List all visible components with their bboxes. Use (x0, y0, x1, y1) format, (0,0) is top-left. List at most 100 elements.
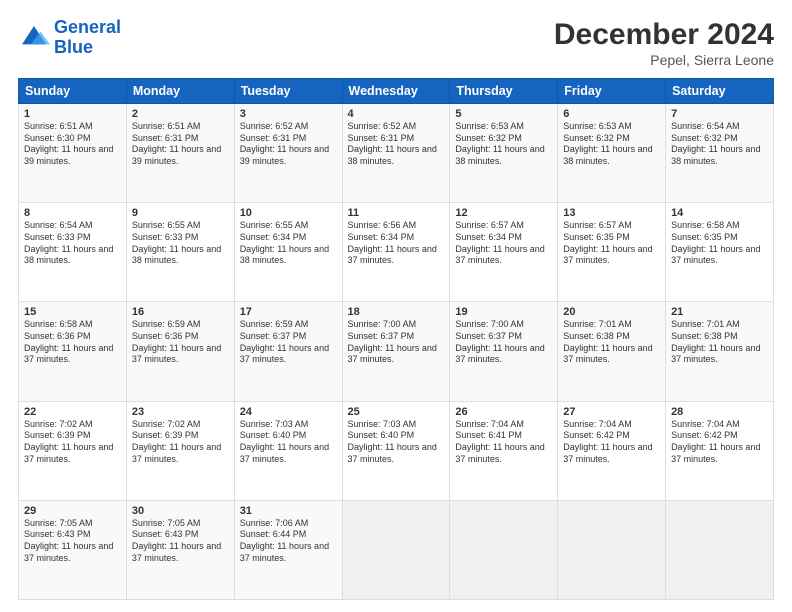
calendar-week-row: 1 Sunrise: 6:51 AMSunset: 6:30 PMDayligh… (19, 104, 774, 203)
logo-icon (18, 22, 50, 54)
calendar-day-cell: 20 Sunrise: 7:01 AMSunset: 6:38 PMDaylig… (558, 302, 666, 401)
day-info: Sunrise: 6:52 AMSunset: 6:31 PMDaylight:… (348, 121, 437, 166)
calendar-day-cell: 7 Sunrise: 6:54 AMSunset: 6:32 PMDayligh… (666, 104, 774, 203)
day-info: Sunrise: 6:53 AMSunset: 6:32 PMDaylight:… (563, 121, 652, 166)
day-number: 8 (24, 207, 121, 219)
day-info: Sunrise: 6:56 AMSunset: 6:34 PMDaylight:… (348, 220, 437, 265)
calendar-day-cell: 12 Sunrise: 6:57 AMSunset: 6:34 PMDaylig… (450, 203, 558, 302)
calendar-day-cell: 13 Sunrise: 6:57 AMSunset: 6:35 PMDaylig… (558, 203, 666, 302)
calendar-day-cell: 27 Sunrise: 7:04 AMSunset: 6:42 PMDaylig… (558, 401, 666, 500)
day-info: Sunrise: 6:51 AMSunset: 6:31 PMDaylight:… (132, 121, 221, 166)
day-info: Sunrise: 7:06 AMSunset: 6:44 PMDaylight:… (240, 518, 329, 563)
day-info: Sunrise: 6:53 AMSunset: 6:32 PMDaylight:… (455, 121, 544, 166)
header: General Blue December 2024 Pepel, Sierra… (18, 18, 774, 68)
calendar-day-cell: 4 Sunrise: 6:52 AMSunset: 6:31 PMDayligh… (342, 104, 450, 203)
calendar-day-cell (666, 500, 774, 599)
day-info: Sunrise: 7:00 AMSunset: 6:37 PMDaylight:… (348, 319, 437, 364)
day-info: Sunrise: 7:01 AMSunset: 6:38 PMDaylight:… (563, 319, 652, 364)
calendar-week-row: 22 Sunrise: 7:02 AMSunset: 6:39 PMDaylig… (19, 401, 774, 500)
day-number: 21 (671, 306, 768, 318)
day-info: Sunrise: 6:52 AMSunset: 6:31 PMDaylight:… (240, 121, 329, 166)
calendar-day-cell: 8 Sunrise: 6:54 AMSunset: 6:33 PMDayligh… (19, 203, 127, 302)
day-info: Sunrise: 6:57 AMSunset: 6:34 PMDaylight:… (455, 220, 544, 265)
day-info: Sunrise: 6:51 AMSunset: 6:30 PMDaylight:… (24, 121, 113, 166)
day-number: 12 (455, 207, 552, 219)
day-info: Sunrise: 7:01 AMSunset: 6:38 PMDaylight:… (671, 319, 760, 364)
day-number: 10 (240, 207, 337, 219)
day-number: 7 (671, 108, 768, 120)
day-info: Sunrise: 6:58 AMSunset: 6:35 PMDaylight:… (671, 220, 760, 265)
day-info: Sunrise: 7:03 AMSunset: 6:40 PMDaylight:… (240, 419, 329, 464)
day-number: 17 (240, 306, 337, 318)
day-info: Sunrise: 6:55 AMSunset: 6:33 PMDaylight:… (132, 220, 221, 265)
subtitle: Pepel, Sierra Leone (554, 52, 774, 68)
calendar-day-cell: 10 Sunrise: 6:55 AMSunset: 6:34 PMDaylig… (234, 203, 342, 302)
day-info: Sunrise: 6:59 AMSunset: 6:36 PMDaylight:… (132, 319, 221, 364)
calendar-week-row: 29 Sunrise: 7:05 AMSunset: 6:43 PMDaylig… (19, 500, 774, 599)
calendar-day-header: Monday (126, 79, 234, 104)
day-number: 29 (24, 505, 121, 517)
day-number: 3 (240, 108, 337, 120)
calendar-day-cell: 26 Sunrise: 7:04 AMSunset: 6:41 PMDaylig… (450, 401, 558, 500)
day-number: 14 (671, 207, 768, 219)
calendar-day-cell: 23 Sunrise: 7:02 AMSunset: 6:39 PMDaylig… (126, 401, 234, 500)
day-number: 15 (24, 306, 121, 318)
logo: General Blue (18, 18, 121, 58)
calendar-day-cell: 17 Sunrise: 6:59 AMSunset: 6:37 PMDaylig… (234, 302, 342, 401)
day-info: Sunrise: 6:55 AMSunset: 6:34 PMDaylight:… (240, 220, 329, 265)
day-number: 28 (671, 406, 768, 418)
calendar-day-cell: 6 Sunrise: 6:53 AMSunset: 6:32 PMDayligh… (558, 104, 666, 203)
day-number: 2 (132, 108, 229, 120)
title-block: December 2024 Pepel, Sierra Leone (554, 18, 774, 68)
day-info: Sunrise: 7:02 AMSunset: 6:39 PMDaylight:… (132, 419, 221, 464)
calendar-day-cell (450, 500, 558, 599)
day-number: 27 (563, 406, 660, 418)
day-info: Sunrise: 7:05 AMSunset: 6:43 PMDaylight:… (132, 518, 221, 563)
day-number: 23 (132, 406, 229, 418)
day-info: Sunrise: 7:04 AMSunset: 6:42 PMDaylight:… (563, 419, 652, 464)
day-number: 19 (455, 306, 552, 318)
calendar-day-header: Friday (558, 79, 666, 104)
calendar-day-header: Thursday (450, 79, 558, 104)
calendar-day-cell: 22 Sunrise: 7:02 AMSunset: 6:39 PMDaylig… (19, 401, 127, 500)
calendar-day-cell: 21 Sunrise: 7:01 AMSunset: 6:38 PMDaylig… (666, 302, 774, 401)
day-info: Sunrise: 6:57 AMSunset: 6:35 PMDaylight:… (563, 220, 652, 265)
calendar-day-header: Sunday (19, 79, 127, 104)
logo-text: General Blue (54, 18, 121, 58)
calendar-day-cell: 11 Sunrise: 6:56 AMSunset: 6:34 PMDaylig… (342, 203, 450, 302)
day-number: 6 (563, 108, 660, 120)
day-info: Sunrise: 6:59 AMSunset: 6:37 PMDaylight:… (240, 319, 329, 364)
calendar-day-cell: 5 Sunrise: 6:53 AMSunset: 6:32 PMDayligh… (450, 104, 558, 203)
day-info: Sunrise: 6:58 AMSunset: 6:36 PMDaylight:… (24, 319, 113, 364)
calendar-day-header: Saturday (666, 79, 774, 104)
calendar-day-cell: 15 Sunrise: 6:58 AMSunset: 6:36 PMDaylig… (19, 302, 127, 401)
day-number: 25 (348, 406, 445, 418)
day-info: Sunrise: 7:00 AMSunset: 6:37 PMDaylight:… (455, 319, 544, 364)
calendar-week-row: 8 Sunrise: 6:54 AMSunset: 6:33 PMDayligh… (19, 203, 774, 302)
calendar-day-cell (342, 500, 450, 599)
calendar-day-cell: 25 Sunrise: 7:03 AMSunset: 6:40 PMDaylig… (342, 401, 450, 500)
calendar-table: SundayMondayTuesdayWednesdayThursdayFrid… (18, 78, 774, 600)
day-number: 18 (348, 306, 445, 318)
day-info: Sunrise: 7:04 AMSunset: 6:41 PMDaylight:… (455, 419, 544, 464)
day-info: Sunrise: 6:54 AMSunset: 6:32 PMDaylight:… (671, 121, 760, 166)
calendar-day-cell: 19 Sunrise: 7:00 AMSunset: 6:37 PMDaylig… (450, 302, 558, 401)
day-number: 1 (24, 108, 121, 120)
main-title: December 2024 (554, 18, 774, 52)
day-info: Sunrise: 7:04 AMSunset: 6:42 PMDaylight:… (671, 419, 760, 464)
day-number: 31 (240, 505, 337, 517)
calendar-day-cell: 3 Sunrise: 6:52 AMSunset: 6:31 PMDayligh… (234, 104, 342, 203)
day-number: 20 (563, 306, 660, 318)
day-number: 4 (348, 108, 445, 120)
day-number: 16 (132, 306, 229, 318)
day-number: 26 (455, 406, 552, 418)
calendar-day-cell: 28 Sunrise: 7:04 AMSunset: 6:42 PMDaylig… (666, 401, 774, 500)
calendar-day-cell: 16 Sunrise: 6:59 AMSunset: 6:36 PMDaylig… (126, 302, 234, 401)
calendar-day-cell: 9 Sunrise: 6:55 AMSunset: 6:33 PMDayligh… (126, 203, 234, 302)
day-number: 24 (240, 406, 337, 418)
day-number: 5 (455, 108, 552, 120)
day-info: Sunrise: 6:54 AMSunset: 6:33 PMDaylight:… (24, 220, 113, 265)
calendar-day-header: Tuesday (234, 79, 342, 104)
calendar-day-cell: 14 Sunrise: 6:58 AMSunset: 6:35 PMDaylig… (666, 203, 774, 302)
day-info: Sunrise: 7:03 AMSunset: 6:40 PMDaylight:… (348, 419, 437, 464)
